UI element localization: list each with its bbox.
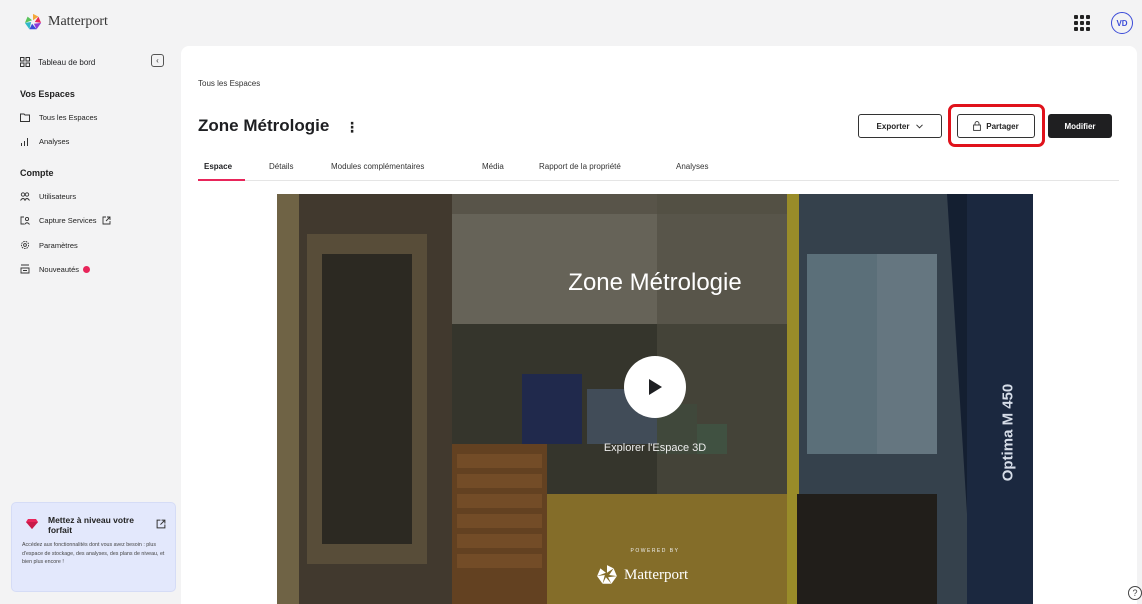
matterport-logo-icon xyxy=(597,565,617,584)
capture-services-icon xyxy=(20,216,30,225)
share-button[interactable]: Partager xyxy=(957,114,1035,138)
active-tab-indicator xyxy=(198,179,245,181)
apps-grid-icon[interactable] xyxy=(1074,15,1090,31)
sidebar-item-label: Tous les Espaces xyxy=(39,113,98,122)
viewer-brand-text: Matterport xyxy=(624,566,689,583)
section-title-spaces: Vos Espaces xyxy=(20,89,75,99)
tab-analyses[interactable]: Analyses xyxy=(676,162,708,171)
sidebar-item-label: Tableau de bord xyxy=(38,57,96,67)
machine-label: Optima M 450 xyxy=(999,383,1017,482)
sidebar-item-users[interactable]: Utilisateurs xyxy=(20,192,76,201)
sidebar-item-settings[interactable]: Paramètres xyxy=(20,240,78,250)
tab-modules[interactable]: Modules complémentaires xyxy=(331,162,424,171)
export-label: Exporter xyxy=(876,121,910,131)
section-title-account: Compte xyxy=(20,168,54,178)
space-3d-viewer[interactable]: Optima M 450 Zone Métrologie Explorer l'… xyxy=(277,194,1033,604)
gear-icon xyxy=(20,240,30,250)
tab-details[interactable]: Détails xyxy=(269,162,293,171)
bar-chart-icon xyxy=(21,138,28,146)
explore-3d-label: Explorer l'Espace 3D xyxy=(603,442,707,454)
more-options-icon[interactable]: ⋮ xyxy=(345,119,359,136)
sidebar-item-label: Analyses xyxy=(39,137,70,146)
users-icon xyxy=(20,192,30,201)
sidebar-item-analyses[interactable]: Analyses xyxy=(20,137,69,146)
logo-text: Matterport xyxy=(48,14,108,29)
folder-icon xyxy=(20,113,30,122)
top-bar: Matterport VD xyxy=(0,0,1142,46)
sidebar-item-dashboard[interactable]: Tableau de bord xyxy=(20,57,95,67)
tab-bar: Espace Détails Modules complémentaires M… xyxy=(198,159,1119,181)
sidebar-item-label: Nouveautés xyxy=(39,264,80,274)
play-icon xyxy=(649,379,662,395)
diamond-icon xyxy=(26,519,38,529)
matterport-logo-icon xyxy=(24,13,42,30)
sidebar-item-label: Capture Services xyxy=(39,216,97,225)
share-label: Partager xyxy=(986,121,1019,131)
main-panel: Tous les Espaces Zone Métrologie ⋮ Expor… xyxy=(181,46,1137,604)
tab-media[interactable]: Média xyxy=(482,162,504,171)
new-indicator-dot xyxy=(83,265,91,273)
collapse-sidebar-button[interactable]: ‹ xyxy=(151,54,164,67)
help-icon[interactable]: ? xyxy=(1128,586,1142,600)
sidebar-item-label: Paramètres xyxy=(39,240,78,250)
upgrade-plan-card[interactable]: Mettez à niveau votre forfait Accédez au… xyxy=(11,502,176,592)
external-link-icon xyxy=(102,216,110,225)
page-title: Zone Métrologie xyxy=(198,116,330,135)
sidebar: Tableau de bord ‹ Vos Espaces Tous les E… xyxy=(0,46,180,604)
tab-property-report[interactable]: Rapport de la propriété xyxy=(539,162,621,171)
play-button[interactable] xyxy=(624,356,686,418)
breadcrumb[interactable]: Tous les Espaces xyxy=(198,79,260,88)
sidebar-item-news[interactable]: Nouveautés xyxy=(20,264,91,274)
sidebar-item-label: Utilisateurs xyxy=(39,192,77,201)
sidebar-item-capture-services[interactable]: Capture Services xyxy=(20,216,111,225)
sidebar-item-all-spaces[interactable]: Tous les Espaces xyxy=(20,113,97,122)
modify-button[interactable]: Modifier xyxy=(1048,114,1112,138)
viewer-matterport-logo: Matterport xyxy=(596,564,688,586)
powered-by-text: POWERED BY xyxy=(630,548,680,554)
export-button[interactable]: Exporter xyxy=(858,114,942,138)
chevron-down-icon xyxy=(916,123,924,129)
upgrade-title: Mettez à niveau votre forfait xyxy=(48,515,134,535)
matterport-logo[interactable]: Matterport xyxy=(24,13,108,31)
news-icon xyxy=(20,264,30,274)
dashboard-icon xyxy=(20,57,30,67)
upgrade-description: Accédez aux fonctionnalités dont vous av… xyxy=(22,542,165,565)
viewer-title: Zone Métrologie xyxy=(568,269,742,296)
external-link-icon xyxy=(156,519,166,529)
tab-espace[interactable]: Espace xyxy=(204,162,232,171)
avatar[interactable]: VD xyxy=(1111,12,1133,34)
lock-icon xyxy=(973,121,982,131)
